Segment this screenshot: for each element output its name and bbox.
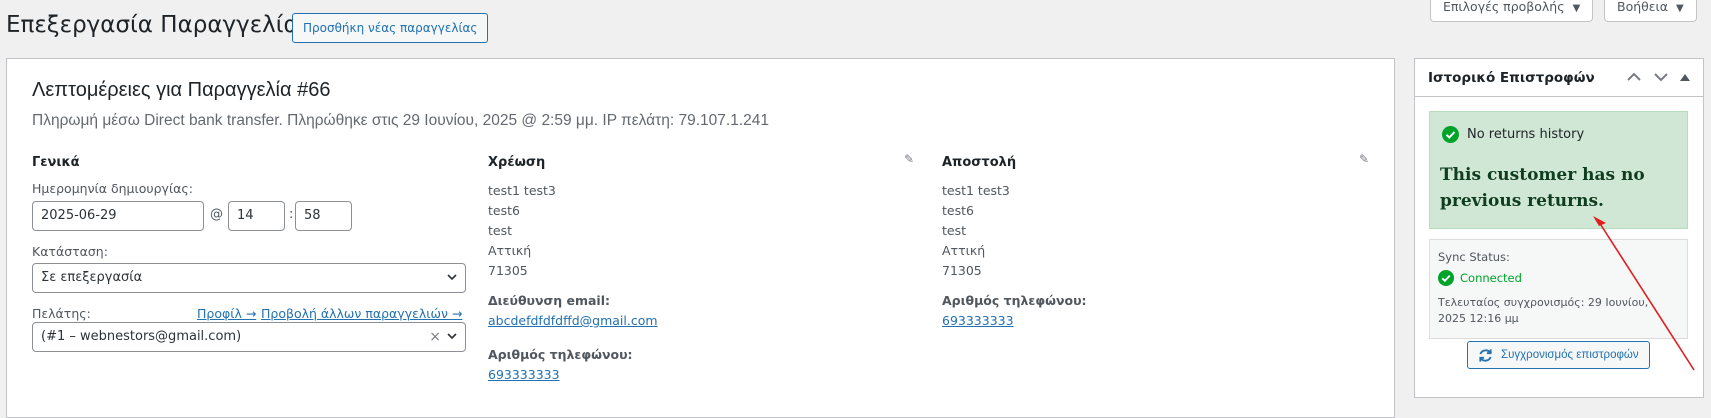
order-payment-info: Πληρωμή μέσω Direct bank transfer. Πληρώ… bbox=[32, 112, 769, 129]
date-created-label: Ημερομηνία δημιουργίας: bbox=[32, 181, 193, 196]
last-sync-time: Τελευταίος συγχρονισμός: 29 Ιουνίου, 202… bbox=[1438, 296, 1649, 325]
collapse-toggle-icon[interactable] bbox=[1680, 73, 1690, 81]
move-down-icon[interactable] bbox=[1654, 72, 1668, 82]
customer-profile-link[interactable]: Προφίλ → bbox=[197, 306, 256, 321]
minute-input[interactable]: 58 bbox=[295, 201, 352, 231]
shipping-column: Αποστολή ✎ test1 test3 test6 test Αττική… bbox=[942, 152, 1369, 355]
edit-billing-pencil-icon[interactable]: ✎ bbox=[904, 152, 916, 166]
sync-status-panel: Sync Status: Connected Τελευταίος συγχρο… bbox=[1429, 239, 1688, 339]
order-heading: Λεπτομέρειες για Παραγγελία #66 bbox=[32, 79, 331, 101]
date-created-input[interactable]: 2025-06-29 bbox=[32, 201, 204, 231]
notice-head-text: No returns history bbox=[1467, 127, 1585, 142]
billing-address: test1 test3 test6 test Αττική 71305 bbox=[488, 181, 556, 281]
shipping-address: test1 test3 test6 test Αττική 71305 bbox=[942, 181, 1010, 281]
refresh-icon bbox=[1479, 348, 1492, 362]
screen-options-label: Επιλογές προβολής bbox=[1443, 0, 1565, 14]
customer-label: Πελάτης: bbox=[32, 306, 91, 321]
shipping-line: Αττική bbox=[942, 243, 986, 258]
billing-line: test bbox=[488, 223, 513, 238]
sync-returns-label: Συγχρονισμός επιστροφών bbox=[1501, 349, 1639, 361]
sync-status-value: Connected bbox=[1460, 271, 1522, 285]
customer-select[interactable]: (#1 – webnestors@gmail.com) × bbox=[32, 322, 466, 352]
shipping-phone-link[interactable]: 693333333 bbox=[942, 313, 1014, 328]
returns-history-box: Ιστορικό Επιστροφών No returns history T… bbox=[1414, 58, 1704, 398]
chevron-down-icon bbox=[447, 333, 457, 340]
billing-line: Αττική bbox=[488, 243, 532, 258]
page-title: Επεξεργασία Παραγγελίας bbox=[6, 12, 313, 38]
caret-down-icon: ▼ bbox=[1676, 3, 1684, 14]
hour-input[interactable]: 14 bbox=[228, 201, 285, 231]
check-circle-icon bbox=[1438, 270, 1454, 286]
billing-email-label: Διεύθυνση email: bbox=[488, 293, 610, 308]
sync-status-label: Sync Status: bbox=[1438, 250, 1510, 264]
move-up-icon[interactable] bbox=[1627, 72, 1641, 82]
shipping-line: test6 bbox=[942, 203, 974, 218]
billing-line: test1 test3 bbox=[488, 183, 556, 198]
time-colon: : bbox=[289, 207, 294, 222]
no-returns-notice: No returns history This customer has no … bbox=[1429, 111, 1688, 229]
general-column: Γενικά Ημερομηνία δημιουργίας: 2025-06-2… bbox=[32, 155, 466, 415]
help-tab[interactable]: Βοήθεια ▼ bbox=[1604, 0, 1697, 22]
caret-down-icon: ▼ bbox=[1572, 3, 1581, 14]
edit-shipping-pencil-icon[interactable]: ✎ bbox=[1359, 152, 1371, 166]
general-title: Γενικά bbox=[32, 155, 80, 170]
shipping-phone-label: Αριθμός τηλεφώνου: bbox=[942, 293, 1087, 308]
order-status-value: Σε επεξεργασία bbox=[41, 270, 143, 285]
add-new-order-button[interactable]: Προσθήκη νέας παραγγελίας bbox=[292, 13, 489, 43]
billing-phone-label: Αριθμός τηλεφώνου: bbox=[488, 347, 633, 362]
check-circle-icon bbox=[1442, 126, 1459, 143]
billing-column: Χρέωση ✎ test1 test3 test6 test Αττική 7… bbox=[488, 152, 916, 415]
billing-line: 71305 bbox=[488, 263, 528, 278]
order-data-box: Λεπτομέρειες για Παραγγελία #66 Πληρωμή … bbox=[6, 58, 1395, 418]
notice-body-text: This customer has no previous returns. bbox=[1440, 165, 1645, 211]
order-status-select[interactable]: Σε επεξεργασία bbox=[32, 263, 466, 293]
help-label: Βοήθεια bbox=[1617, 0, 1669, 14]
view-other-orders-link[interactable]: Προβολή άλλων παραγγελιών → bbox=[261, 306, 462, 321]
shipping-line: test1 test3 bbox=[942, 183, 1010, 198]
returns-history-header: Ιστορικό Επιστροφών bbox=[1415, 59, 1703, 97]
billing-email-link[interactable]: abcdefdfdfdffd@gmail.com bbox=[488, 313, 658, 328]
chevron-down-icon bbox=[447, 274, 457, 281]
shipping-line: test bbox=[942, 223, 967, 238]
billing-phone-link[interactable]: 693333333 bbox=[488, 367, 560, 382]
notice-head: No returns history bbox=[1442, 126, 1584, 143]
shipping-line: 71305 bbox=[942, 263, 982, 278]
billing-title: Χρέωση bbox=[488, 155, 546, 170]
screen-options-tab[interactable]: Επιλογές προβολής ▼ bbox=[1430, 0, 1594, 22]
clear-icon[interactable]: × bbox=[429, 323, 441, 351]
sync-returns-button[interactable]: Συγχρονισμός επιστροφών bbox=[1467, 341, 1650, 369]
at-separator: @ bbox=[210, 207, 223, 222]
billing-line: test6 bbox=[488, 203, 520, 218]
shipping-title: Αποστολή bbox=[942, 155, 1017, 170]
customer-value: (#1 – webnestors@gmail.com) bbox=[41, 329, 242, 344]
status-label: Κατάσταση: bbox=[32, 244, 108, 259]
sync-status: Connected bbox=[1438, 270, 1522, 286]
returns-history-title: Ιστορικό Επιστροφών bbox=[1428, 70, 1595, 86]
